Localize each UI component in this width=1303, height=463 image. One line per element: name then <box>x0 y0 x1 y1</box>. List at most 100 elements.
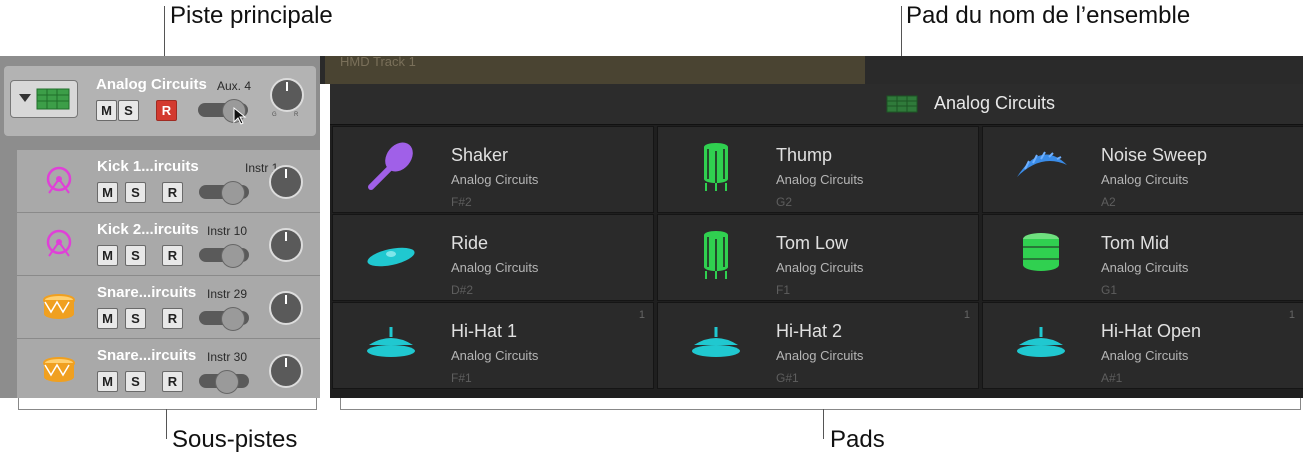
track-list: Analog Circuits Aux. 4 M S R G R Kick 1.… <box>0 56 320 398</box>
main-track[interactable]: Analog Circuits Aux. 4 M S R G R <box>4 66 316 136</box>
subtrack-name: Kick 2...ircuits <box>97 221 199 238</box>
pad-note: A#1 <box>1101 371 1123 385</box>
bracket-pads-right <box>1300 398 1301 410</box>
drum-machine-icon <box>886 94 918 119</box>
drum-pad[interactable]: Hi-Hat Open Analog Circuits A#1 1 <box>982 302 1303 389</box>
volume-slider[interactable] <box>199 370 249 394</box>
callout-line-subtracks <box>166 409 167 439</box>
subtrack-channel: Instr 30 <box>207 350 248 364</box>
pad-name: Hi-Hat 1 <box>451 321 518 341</box>
ride-cymbal-icon <box>361 227 421 283</box>
kick-drum-icon <box>39 161 79 206</box>
solo-button[interactable]: S <box>125 245 146 266</box>
tom-drum-icon <box>686 139 746 195</box>
pad-kit-name: Analog Circuits <box>776 348 864 363</box>
kick-drum-icon <box>39 224 79 269</box>
callout-pads: Pads <box>830 426 885 453</box>
drum-pad[interactable]: Noise Sweep Analog Circuits A2 <box>982 126 1303 213</box>
bracket-pads <box>340 409 1300 410</box>
callout-line-pads <box>823 409 824 439</box>
pan-knob[interactable] <box>269 354 303 388</box>
subtrack[interactable]: Kick 2...ircuits Instr 10 M S R <box>17 213 320 276</box>
volume-slider-thumb[interactable] <box>221 307 245 331</box>
pan-knob[interactable] <box>270 78 304 112</box>
record-enable-button[interactable]: R <box>156 100 177 121</box>
subtrack-name: Snare...ircuits <box>97 347 197 364</box>
pad-note: G1 <box>1101 283 1118 297</box>
snare-drum-icon <box>39 350 79 395</box>
tom-drum-icon <box>686 227 746 283</box>
record-enable-button[interactable]: R <box>162 308 183 329</box>
mute-button[interactable]: M <box>97 182 118 203</box>
callout-main-track: Piste principale <box>170 2 333 29</box>
mute-button[interactable]: M <box>97 371 118 392</box>
pad-name: Hi-Hat 2 <box>776 321 843 341</box>
pad-kit-name: Analog Circuits <box>451 260 539 275</box>
pan-knob[interactable] <box>269 291 303 325</box>
volume-slider[interactable] <box>199 307 249 331</box>
kit-name: Analog Circuits <box>934 93 1056 113</box>
pad-note: F#1 <box>451 371 472 385</box>
hihat-icon <box>1011 315 1071 371</box>
pad-name: Noise Sweep <box>1101 145 1208 165</box>
pad-note: A2 <box>1101 195 1116 209</box>
bracket-subtracks-left <box>18 398 19 410</box>
knob-label-g: G <box>272 112 277 118</box>
solo-button[interactable]: S <box>125 308 146 329</box>
drum-pad[interactable]: Ride Analog Circuits D#2 <box>332 214 654 301</box>
solo-button[interactable]: S <box>125 182 146 203</box>
pad-kit-name: Analog Circuits <box>1101 348 1189 363</box>
subtrack-name: Snare...ircuits <box>97 284 197 301</box>
pan-knob[interactable] <box>269 228 303 262</box>
subtrack-channel: Instr 10 <box>207 224 248 238</box>
subtrack[interactable]: Kick 1...ircuits Instr 1 M S R <box>17 150 320 213</box>
pad-choke-group: 1 <box>963 309 970 321</box>
pad-kit-name: Analog Circuits <box>451 348 539 363</box>
solo-button[interactable]: S <box>125 371 146 392</box>
mute-button[interactable]: M <box>96 100 117 121</box>
region-label: HMD Track 1 <box>340 54 416 69</box>
kit-name-pad[interactable] <box>330 84 1303 125</box>
pad-kit-name: Analog Circuits <box>1101 260 1189 275</box>
solo-button[interactable]: S <box>118 100 139 121</box>
record-enable-button[interactable]: R <box>162 371 183 392</box>
pad-kit-name: Analog Circuits <box>776 172 864 187</box>
pad-choke-group: 1 <box>1288 309 1295 321</box>
pad-note: F#2 <box>451 195 472 209</box>
drum-pad[interactable]: Tom Mid Analog Circuits G1 <box>982 214 1303 301</box>
mute-button[interactable]: M <box>97 308 118 329</box>
pad-name: Thump <box>776 145 833 165</box>
subtrack[interactable]: Snare...ircuits Instr 30 M S R <box>17 339 320 398</box>
disclosure-triangle-icon[interactable] <box>10 80 78 118</box>
drum-pad[interactable]: Tom Low Analog Circuits F1 <box>657 214 979 301</box>
main-track-channel: Aux. 4 <box>217 79 252 93</box>
knob-label-r: R <box>294 112 299 118</box>
record-enable-button[interactable]: R <box>162 182 183 203</box>
pad-note: G#1 <box>776 371 799 385</box>
pointer-cursor-icon <box>232 106 248 131</box>
pad-kit-name: Analog Circuits <box>1101 172 1189 187</box>
volume-slider[interactable] <box>199 181 249 205</box>
pad-note: F1 <box>776 283 791 297</box>
drum-pad[interactable]: Shaker Analog Circuits F#2 <box>332 126 654 213</box>
sweep-icon <box>1011 139 1071 195</box>
volume-slider-thumb[interactable] <box>215 370 239 394</box>
record-enable-button[interactable]: R <box>162 245 183 266</box>
hihat-icon <box>361 315 421 371</box>
drum-pad[interactable]: Thump Analog Circuits G2 <box>657 126 979 213</box>
volume-slider[interactable] <box>199 244 249 268</box>
drum-pad[interactable]: Hi-Hat 2 Analog Circuits G#1 1 <box>657 302 979 389</box>
pad-name: Ride <box>451 233 489 253</box>
mute-button[interactable]: M <box>97 245 118 266</box>
subtrack-channel: Instr 29 <box>207 287 248 301</box>
subtrack-name: Kick 1...ircuits <box>97 158 199 175</box>
volume-slider-thumb[interactable] <box>221 181 245 205</box>
subtrack[interactable]: Snare...ircuits Instr 29 M S R <box>17 276 320 339</box>
drum-machine-icon <box>19 88 70 110</box>
callout-line-main-track <box>164 6 165 56</box>
main-track-name: Analog Circuits <box>96 76 207 93</box>
snare-drum-icon <box>39 287 79 332</box>
drum-pad[interactable]: Hi-Hat 1 Analog Circuits F#1 1 <box>332 302 654 389</box>
volume-slider-thumb[interactable] <box>221 244 245 268</box>
pan-knob[interactable] <box>269 165 303 199</box>
